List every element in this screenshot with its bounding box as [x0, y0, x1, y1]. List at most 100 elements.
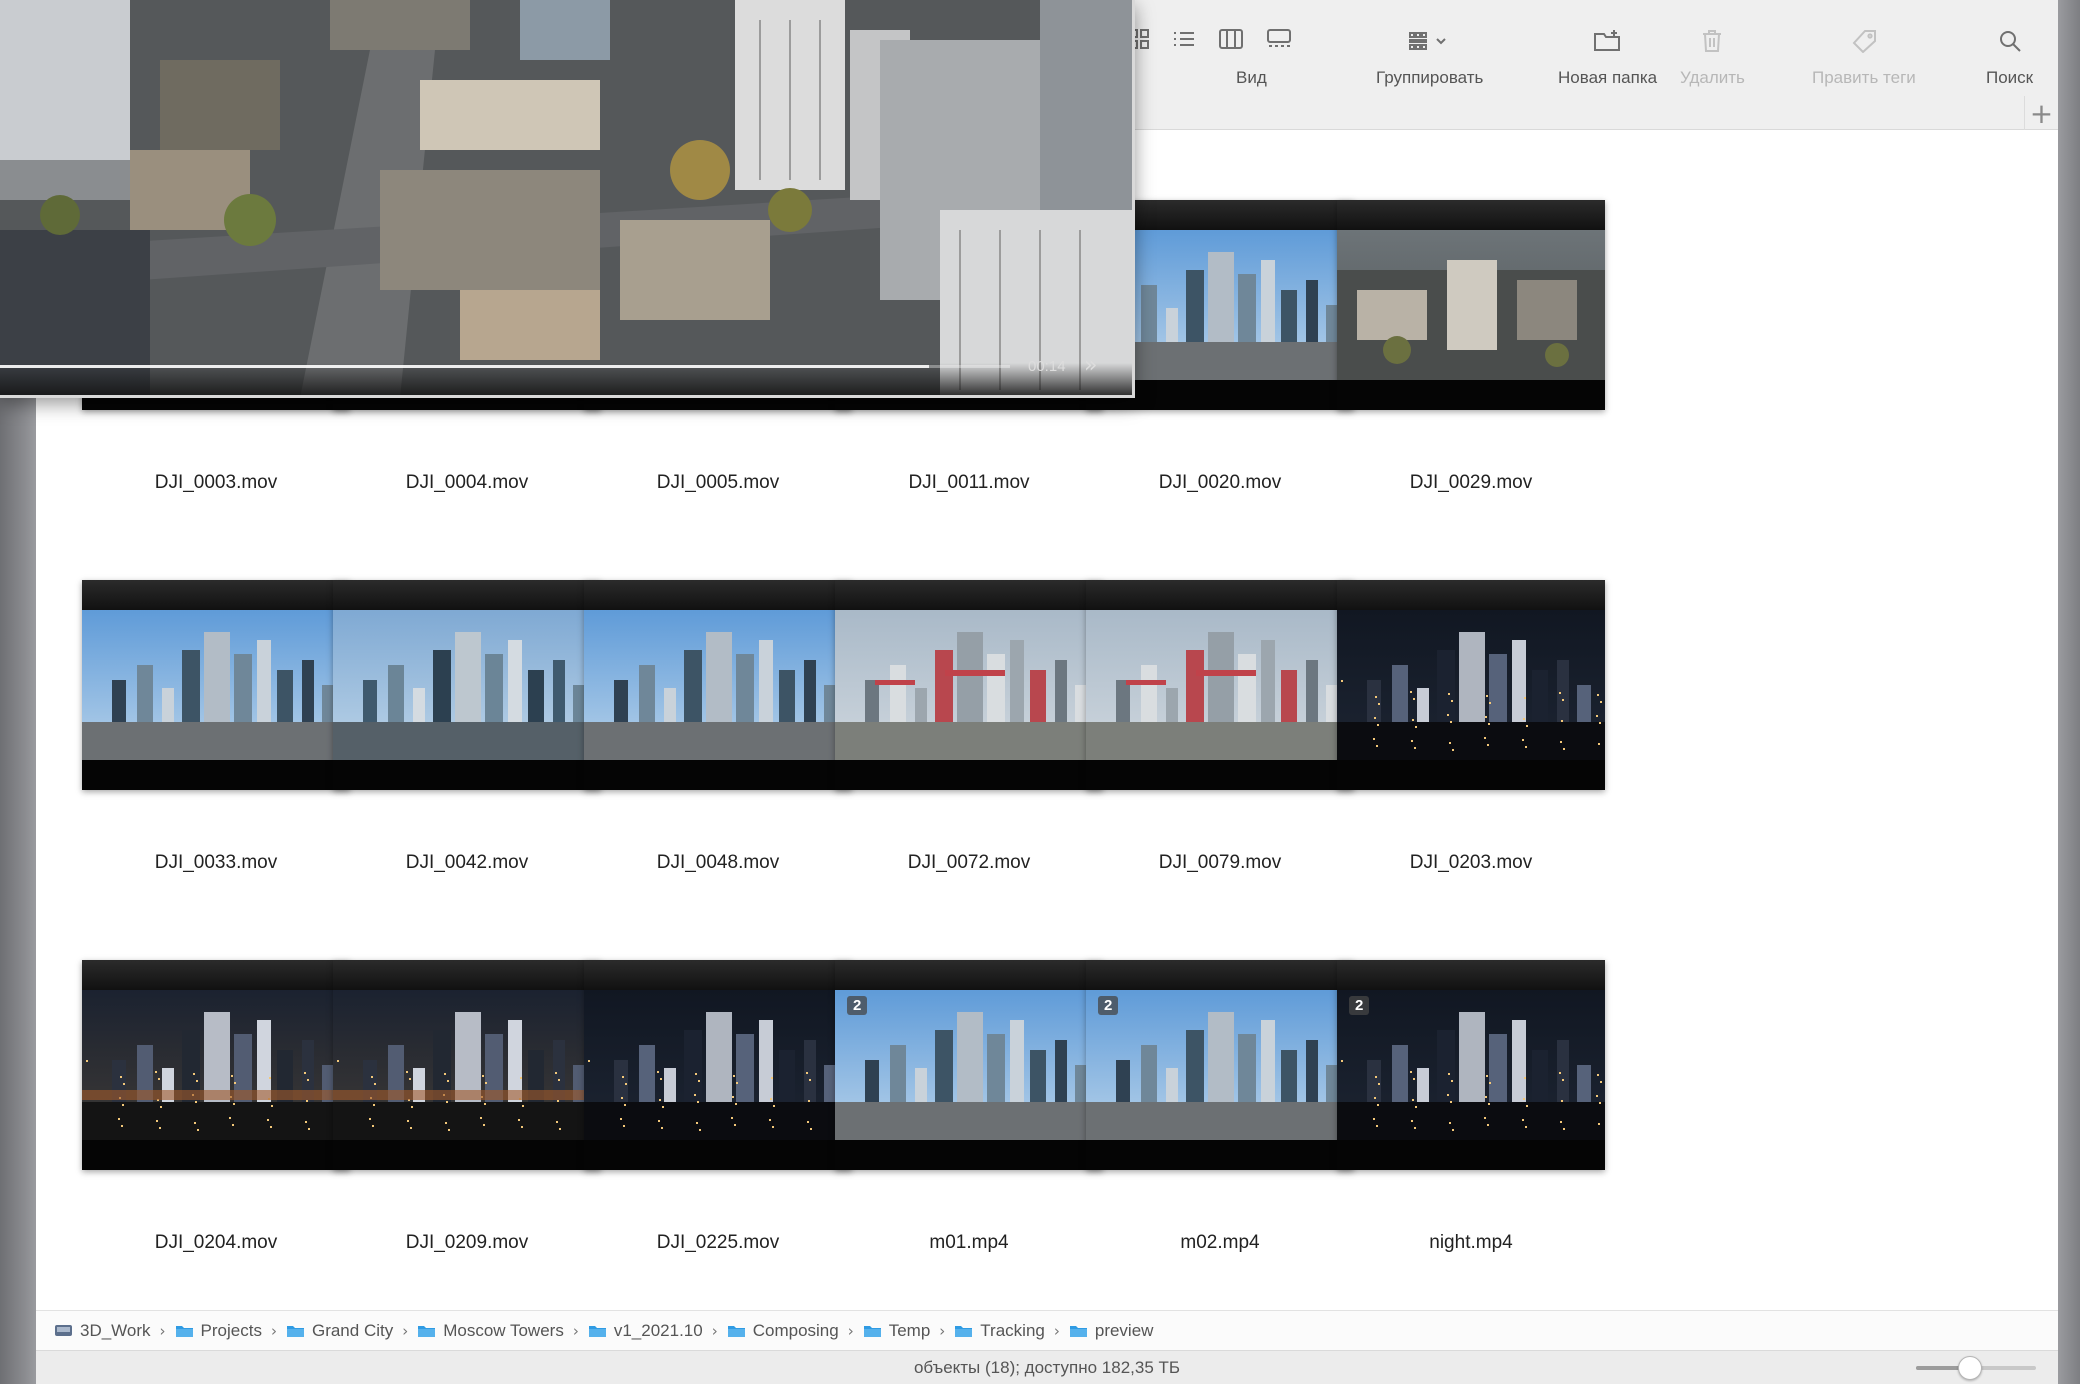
- fast-forward-icon[interactable]: »: [1084, 353, 1097, 378]
- path-item-disk[interactable]: 3D_Work: [54, 1321, 151, 1341]
- edit-tags-button[interactable]: Править теги: [1812, 26, 1916, 88]
- file-thumbnail[interactable]: [1086, 580, 1354, 790]
- path-separator-icon: ›: [711, 1321, 718, 1340]
- file-thumbnail[interactable]: [82, 580, 350, 790]
- folder-icon: [955, 1326, 973, 1337]
- file-thumbnail[interactable]: [584, 580, 852, 790]
- path-item-label: Composing: [752, 1320, 839, 1340]
- audio-channels-badge: 2: [1098, 996, 1119, 1015]
- file-item[interactable]: DJI_0209.mov: [333, 960, 601, 1260]
- thumbnail-image: [1086, 610, 1354, 760]
- path-separator-icon: ›: [572, 1321, 579, 1340]
- path-item-label: Grand City: [311, 1320, 394, 1340]
- folder-icon: [727, 1326, 745, 1337]
- path-item-folder[interactable]: Grand City: [286, 1321, 393, 1341]
- file-item[interactable]: 2 night.mp4: [1337, 960, 1605, 1260]
- file-item[interactable]: DJI_0079.mov: [1086, 580, 1354, 880]
- icon-size-slider-knob[interactable]: [1958, 1356, 1982, 1380]
- thumbnail-image: [584, 990, 852, 1140]
- path-separator-icon: ›: [270, 1321, 277, 1340]
- icon-size-slider[interactable]: [1916, 1356, 2036, 1380]
- file-thumbnail[interactable]: [82, 960, 350, 1170]
- audio-channels-badge: 2: [1349, 996, 1370, 1015]
- file-item[interactable]: DJI_0204.mov: [82, 960, 350, 1260]
- thumbnail-top-bar: [1337, 960, 1605, 990]
- file-item[interactable]: DJI_0072.mov: [835, 580, 1103, 880]
- file-item[interactable]: DJI_0029.mov: [1337, 200, 1605, 500]
- path-separator-icon: ›: [847, 1321, 854, 1340]
- list-view-icon[interactable]: [1172, 28, 1196, 55]
- column-view-icon[interactable]: [1218, 28, 1244, 55]
- thumbnail-image: [82, 610, 350, 760]
- file-name: DJI_0029.mov: [1409, 472, 1533, 493]
- preview-scrubber[interactable]: [0, 365, 1010, 368]
- path-item-label: v1_2021.10: [613, 1320, 703, 1340]
- preview-frame-image: [0, 0, 1132, 395]
- file-item[interactable]: DJI_0042.mov: [333, 580, 601, 880]
- thumbnail-image: [1337, 610, 1605, 760]
- file-item[interactable]: DJI_0225.mov: [584, 960, 852, 1260]
- folder-icon: [286, 1326, 304, 1337]
- file-item[interactable]: DJI_0203.mov: [1337, 580, 1605, 880]
- file-item[interactable]: 2 m01.mp4: [835, 960, 1103, 1260]
- folder-icon: [1069, 1326, 1087, 1337]
- preview-scrubber-fill: [0, 365, 930, 368]
- path-item-label: Projects: [200, 1320, 262, 1340]
- audio-channels-badge: 2: [847, 996, 868, 1015]
- view-mode-group: Вид: [1128, 26, 1308, 87]
- file-thumbnail[interactable]: 2: [1337, 960, 1605, 1170]
- thumbnail-image: [82, 990, 350, 1140]
- file-thumbnail[interactable]: 2: [835, 960, 1103, 1170]
- path-item-label: Tracking: [980, 1320, 1045, 1340]
- search-icon: [1998, 26, 2022, 56]
- thumbnail-top-bar: [835, 580, 1103, 610]
- delete-button[interactable]: Удалить: [1680, 26, 1745, 88]
- thumbnail-image: [1337, 230, 1605, 380]
- gallery-view-icon[interactable]: [1266, 28, 1292, 55]
- group-icon: [1408, 26, 1452, 56]
- path-item-folder[interactable]: Tracking: [954, 1321, 1045, 1341]
- thumbnail-top-bar: [82, 580, 350, 610]
- thumbnail-image: [333, 610, 601, 760]
- group-button[interactable]: Группировать: [1376, 26, 1483, 88]
- file-thumbnail[interactable]: [1337, 580, 1605, 790]
- path-separator-icon: ›: [402, 1321, 409, 1340]
- add-tab-button[interactable]: +: [2024, 96, 2058, 130]
- video-preview-window[interactable]: 00:14 »: [0, 0, 1135, 398]
- path-item-folder[interactable]: preview: [1069, 1321, 1153, 1341]
- file-item[interactable]: DJI_0048.mov: [584, 580, 852, 880]
- thumbnail-top-bar: [584, 960, 852, 990]
- status-bar: объекты (18); доступно 182,35 ТБ: [36, 1350, 2058, 1384]
- thumbnail-image: [1337, 990, 1605, 1140]
- path-item-folder[interactable]: v1_2021.10: [588, 1321, 703, 1341]
- view-label: Вид: [1236, 68, 1267, 87]
- file-thumbnail[interactable]: [333, 580, 601, 790]
- preview-time: 00:14: [1028, 358, 1066, 375]
- file-thumbnail[interactable]: 2: [1086, 960, 1354, 1170]
- search-button[interactable]: Поиск: [1986, 26, 2033, 88]
- file-thumbnail[interactable]: [584, 960, 852, 1170]
- new-folder-icon: [1593, 26, 1623, 56]
- thumbnail-image: [835, 610, 1103, 760]
- path-item-folder[interactable]: Composing: [727, 1321, 839, 1341]
- thumbnail-image: [1086, 990, 1354, 1140]
- thumbnail-top-bar: [333, 960, 601, 990]
- path-item-folder[interactable]: Temp: [863, 1320, 931, 1341]
- path-item-folder[interactable]: Moscow Towers: [417, 1321, 564, 1341]
- file-item[interactable]: 2 m02.mp4: [1086, 960, 1354, 1260]
- file-item[interactable]: DJI_0033.mov: [82, 580, 350, 880]
- file-name: DJI_0203.mov: [1409, 852, 1533, 873]
- path-item-label: Temp: [888, 1320, 931, 1340]
- new-folder-button[interactable]: Новая папка: [1558, 26, 1657, 88]
- trash-icon: [1701, 26, 1723, 56]
- path-item-folder[interactable]: Projects: [175, 1321, 262, 1341]
- file-name: night.mp4: [1429, 1232, 1513, 1253]
- thumbnail-top-bar: [1337, 200, 1605, 230]
- file-thumbnail[interactable]: [333, 960, 601, 1170]
- tag-icon: [1851, 26, 1877, 56]
- folder-icon: [588, 1326, 606, 1337]
- thumbnail-image: [835, 990, 1103, 1140]
- path-item-label: 3D_Work: [80, 1320, 151, 1340]
- file-thumbnail[interactable]: [1337, 200, 1605, 410]
- file-thumbnail[interactable]: [835, 580, 1103, 790]
